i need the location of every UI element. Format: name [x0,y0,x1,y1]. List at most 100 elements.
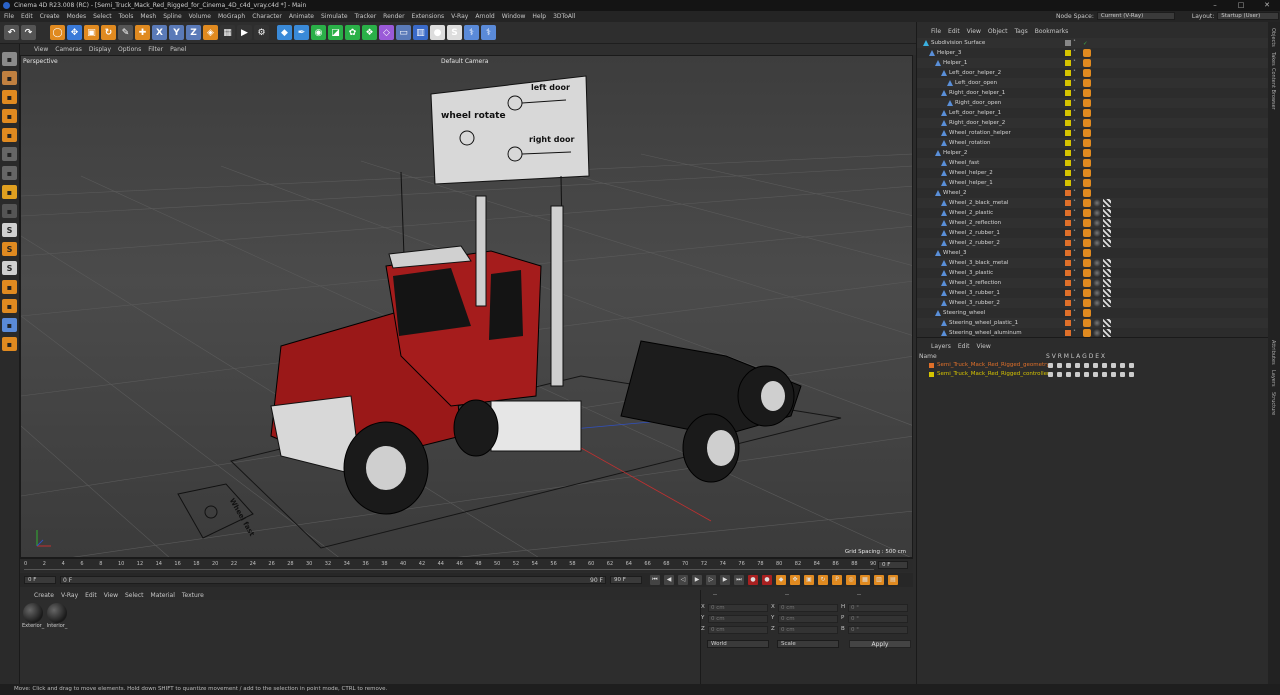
redo-icon[interactable]: ↷ [21,25,36,40]
light-icon[interactable]: ● [430,25,445,40]
visibility-dots-icon[interactable]: • [1073,119,1076,127]
lock-icon[interactable] [1084,363,1089,368]
layer-color-swatch[interactable] [1065,310,1071,316]
tag-icon[interactable] [1083,119,1091,127]
z-axis-icon[interactable]: Z [186,25,201,40]
tag-icon[interactable] [1083,309,1091,317]
lock-icon[interactable] [1084,372,1089,377]
menu-item-tracker[interactable]: Tracker [355,13,377,20]
tag-icon[interactable] [1083,199,1091,207]
texture-tag-icon[interactable] [1103,329,1111,337]
coord-mode-dropdown[interactable]: World [707,640,769,648]
material-menu-material[interactable]: Material [151,592,175,599]
layer-color-swatch[interactable] [1065,270,1071,276]
visibility-dots-icon[interactable]: • [1073,69,1076,77]
expression-icon[interactable] [1120,363,1125,368]
view-icon[interactable] [1057,363,1062,368]
tag-icon[interactable] [1083,259,1091,267]
layer-color-swatch[interactable] [1065,170,1071,176]
tag-icon[interactable] [1083,49,1091,57]
layer-row[interactable]: Semi_Truck_Mack_Red_Rigged_controllers [917,370,1269,379]
paint-icon[interactable]: ▪ [2,318,17,332]
tag-icon[interactable] [1083,319,1091,327]
visibility-dots-icon[interactable]: • [1073,49,1076,57]
live-selection-icon[interactable]: ◯ [50,25,65,40]
texture-mode-icon[interactable]: ▪ [2,71,17,85]
object-row[interactable]: Wheel_rotation • [917,138,1269,148]
tag-icon[interactable] [1083,59,1091,67]
visibility-dots-icon[interactable]: • [1073,149,1076,157]
object-row[interactable]: Left_door_open • [917,78,1269,88]
object-menu-bookmarks[interactable]: Bookmarks [1035,28,1069,35]
menu-item-arnold[interactable]: Arnold [475,13,494,20]
object-row[interactable]: Helper_1 • [917,58,1269,68]
texture-tag-icon[interactable] [1103,219,1111,227]
points-mode-icon[interactable]: ▪ [2,90,17,104]
object-row[interactable]: Wheel_3_rubber_1 • [917,288,1269,298]
deformer-icon[interactable] [1111,372,1116,377]
layer-row[interactable]: Semi_Truck_Mack_Red_Rigged_geometry [917,361,1269,370]
timeline-icon[interactable]: ▤ [888,575,898,585]
object-row[interactable]: Right_door_helper_2 • [917,118,1269,128]
generator-icon[interactable] [1102,363,1107,368]
xref-icon[interactable] [1129,372,1134,377]
plugin-icon[interactable]: ⚕ [481,25,496,40]
coord-value-field[interactable]: 0 cm [778,626,838,634]
pen-icon[interactable]: ✒ [294,25,309,40]
object-row[interactable]: Helper_2 • [917,148,1269,158]
current-frame-field[interactable]: 0 F [878,561,908,569]
layer-color-swatch[interactable] [1065,280,1071,286]
side-tab-layers[interactable]: Layers [1270,370,1276,387]
tag-icon[interactable] [1083,149,1091,157]
menu-item-render[interactable]: Render [383,13,404,20]
visibility-dots-icon[interactable]: • [1073,109,1076,117]
material-menu-texture[interactable]: Texture [182,592,204,599]
mograph-icon[interactable]: ❖ [362,25,377,40]
viewport-perspective[interactable]: Wheel fast left door wheel rotate right … [20,55,913,558]
frame-range-slider[interactable]: 0 F 90 F [60,576,606,584]
tag-icon[interactable] [1083,109,1091,117]
menu-item-3dtoall[interactable]: 3DToAll [553,13,575,20]
keyframe-icon[interactable]: ◆ [776,575,786,585]
layout-dropdown[interactable]: Startup (User) [1217,12,1280,20]
tag-icon[interactable] [1083,219,1091,227]
layer-color-swatch[interactable] [1065,60,1071,66]
subdivision-icon[interactable]: ◉ [311,25,326,40]
tag-icon[interactable]: ✓ [1083,39,1091,47]
menu-item-character[interactable]: Character [252,13,282,20]
menu-item-select[interactable]: Select [93,13,112,20]
prev-key-icon[interactable]: ◀ [664,575,674,585]
play-icon[interactable]: ▶ [692,575,702,585]
object-row[interactable]: Wheel_3_rubber_2 • [917,298,1269,308]
visibility-dots-icon[interactable]: • [1073,259,1076,267]
manager-icon[interactable] [1075,372,1080,377]
texture-tag-icon[interactable] [1103,289,1111,297]
object-row[interactable]: Wheel_2_rubber_2 • [917,238,1269,248]
manager-icon[interactable] [1075,363,1080,368]
motion-icon[interactable]: ▥ [874,575,884,585]
texture-tag-icon[interactable] [1103,199,1111,207]
layer-color-swatch[interactable] [1065,70,1071,76]
node-space-dropdown[interactable]: Current (V-Ray) [1096,12,1175,20]
side-tab-structure[interactable]: Structure [1270,392,1276,415]
object-row[interactable]: Wheel_3_reflection • [917,278,1269,288]
object-row[interactable]: Wheel_helper_1 • [917,178,1269,188]
object-row[interactable]: Helper_3 • [917,48,1269,58]
rotate-key-icon[interactable]: ↻ [818,575,828,585]
menu-item-spline[interactable]: Spline [163,13,181,20]
visibility-dots-icon[interactable]: • [1073,209,1076,217]
tag-icon[interactable] [1083,99,1091,107]
layer-color-swatch[interactable] [1065,140,1071,146]
solo-icon[interactable] [1048,363,1053,368]
material-menu-view[interactable]: View [104,592,118,599]
layer-menu-layers[interactable]: Layers [931,343,951,350]
visibility-dots-icon[interactable]: • [1073,329,1076,337]
start-frame-field[interactable]: 0 F [24,576,56,584]
layer-color-swatch[interactable] [1065,200,1071,206]
layer-color-swatch[interactable] [1065,190,1071,196]
maximize-icon[interactable]: □ [1228,0,1254,11]
visibility-dots-icon[interactable]: • [1073,169,1076,177]
uv-mode-icon[interactable]: ▪ [2,147,17,161]
tag-icon[interactable] [1083,209,1091,217]
menu-item-animate[interactable]: Animate [289,13,314,20]
